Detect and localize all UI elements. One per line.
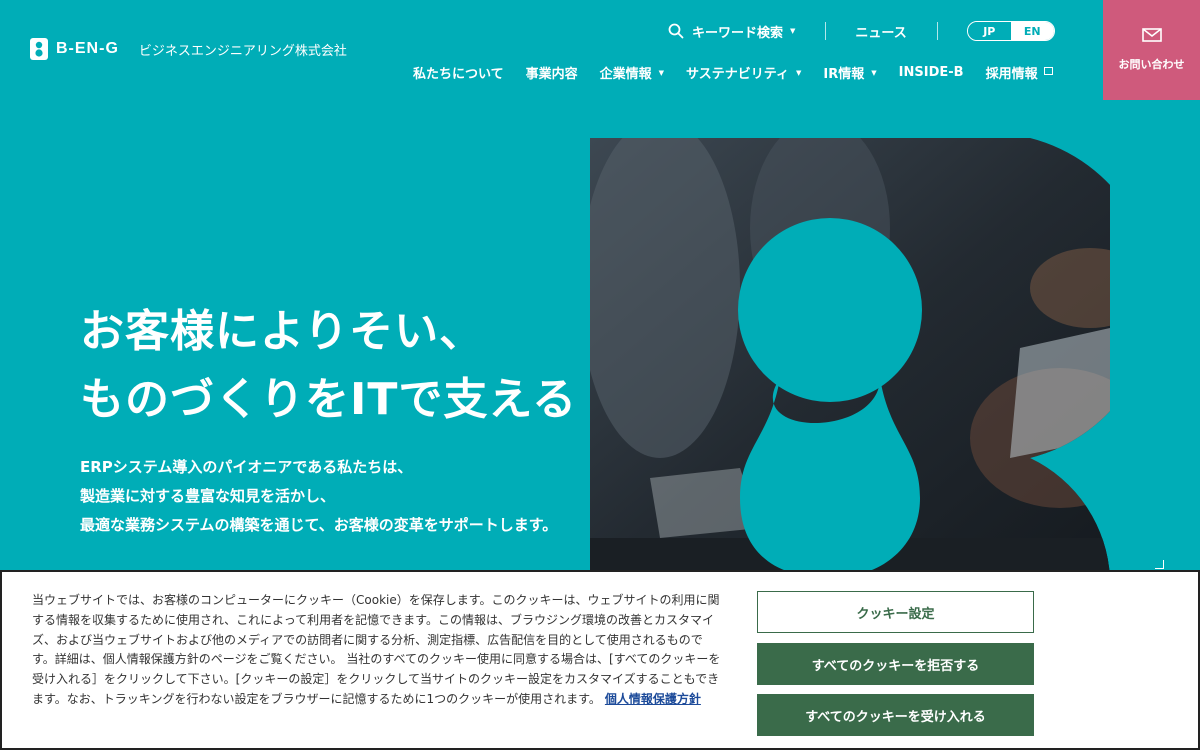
nav-item-label: 私たちについて bbox=[413, 67, 504, 82]
company-name: ビジネスエンジニアリング株式会社 bbox=[138, 43, 347, 59]
keyword-search-toggle[interactable]: キーワード検索 ▼ bbox=[668, 22, 795, 41]
nav-item-recruit[interactable]: 採用情報 bbox=[986, 63, 1053, 82]
divider bbox=[936, 22, 938, 40]
chevron-down-icon: ▼ bbox=[790, 27, 796, 35]
search-label: キーワード検索 bbox=[692, 25, 784, 41]
nav-item-label: 採用情報 bbox=[985, 67, 1038, 82]
cookie-text: 当ウェブサイトでは、お客様のコンピューターにクッキー（Cookie）を保存します… bbox=[32, 591, 722, 710]
logo-mark-icon bbox=[30, 38, 48, 60]
hero-desc-line: ERPシステム導入のパイオニアである私たちは、 bbox=[80, 458, 413, 476]
reject-all-cookies-button[interactable]: すべてのクッキーを拒否する bbox=[757, 643, 1034, 685]
chevron-down-icon: ▼ bbox=[796, 68, 802, 77]
nav-item-ir[interactable]: IR情報 ▼ bbox=[823, 63, 876, 82]
hero-desc-line: 製造業に対する豊富な知見を活かし、 bbox=[80, 487, 336, 505]
hero-title-line1: お客様によりそい、 bbox=[80, 306, 485, 357]
contact-label: お問い合わせ bbox=[1118, 58, 1185, 71]
nav-item-company[interactable]: 企業情報 ▼ bbox=[600, 63, 664, 82]
nav-item-label: IR情報 bbox=[823, 67, 865, 82]
hero-title: お客様によりそい、 ものづくりをITで支える bbox=[80, 298, 577, 434]
privacy-policy-link[interactable]: 個人情報保護方針 bbox=[605, 692, 701, 706]
hero-title-line2: ものづくりをITで支える bbox=[80, 374, 578, 425]
external-link-icon bbox=[1043, 66, 1053, 75]
utility-nav: キーワード検索 ▼ ニュース JP EN bbox=[668, 19, 1055, 43]
divider bbox=[825, 22, 827, 40]
nav-item-label: サステナビリティ bbox=[686, 67, 790, 82]
language-switcher: JP EN bbox=[966, 21, 1055, 41]
site-logo[interactable]: B-EN-G ビジネスエンジニアリング株式会社 bbox=[30, 38, 347, 60]
cookie-banner: 当ウェブサイトでは、お客様のコンピューターにクッキー（Cookie）を保存します… bbox=[0, 570, 1200, 750]
nav-item-inside-b[interactable]: INSIDE-B bbox=[899, 63, 964, 82]
logo-text: B-EN-G bbox=[56, 40, 119, 57]
main-nav: 私たちについて 事業内容 企業情報 ▼ サステナビリティ ▼ IR情報 ▼ IN… bbox=[413, 63, 1053, 82]
contact-button[interactable]: お問い合わせ bbox=[1103, 0, 1200, 100]
corner-icon bbox=[1155, 560, 1164, 569]
hero-image bbox=[590, 138, 1110, 578]
nav-item-label: 企業情報 bbox=[599, 67, 652, 82]
mail-icon bbox=[1141, 28, 1162, 42]
chevron-down-icon: ▼ bbox=[871, 68, 877, 77]
nav-item-business[interactable]: 事業内容 bbox=[526, 63, 578, 82]
accept-all-cookies-button[interactable]: すべてのクッキーを受け入れる bbox=[757, 694, 1034, 736]
nav-item-sustainability[interactable]: サステナビリティ ▼ bbox=[686, 63, 801, 82]
lang-jp-option[interactable]: JP bbox=[967, 22, 1011, 40]
cookie-settings-button[interactable]: クッキー設定 bbox=[757, 591, 1034, 633]
nav-item-label: INSIDE-B bbox=[898, 65, 964, 80]
news-link[interactable]: ニュース bbox=[855, 22, 906, 41]
chevron-down-icon: ▼ bbox=[658, 68, 665, 77]
search-icon bbox=[668, 23, 684, 39]
nav-item-label: 事業内容 bbox=[525, 67, 578, 82]
hero-description: ERPシステム導入のパイオニアである私たちは、 製造業に対する豊富な知見を活かし… bbox=[80, 453, 557, 540]
nav-item-about[interactable]: 私たちについて bbox=[413, 63, 504, 82]
cookie-message: 当ウェブサイトでは、お客様のコンピューターにクッキー（Cookie）を保存します… bbox=[32, 593, 721, 706]
lang-en-option[interactable]: EN bbox=[1010, 22, 1054, 40]
hero-desc-line: 最適な業務システムの構築を通じて、お客様の変革をサポートします。 bbox=[80, 516, 558, 534]
